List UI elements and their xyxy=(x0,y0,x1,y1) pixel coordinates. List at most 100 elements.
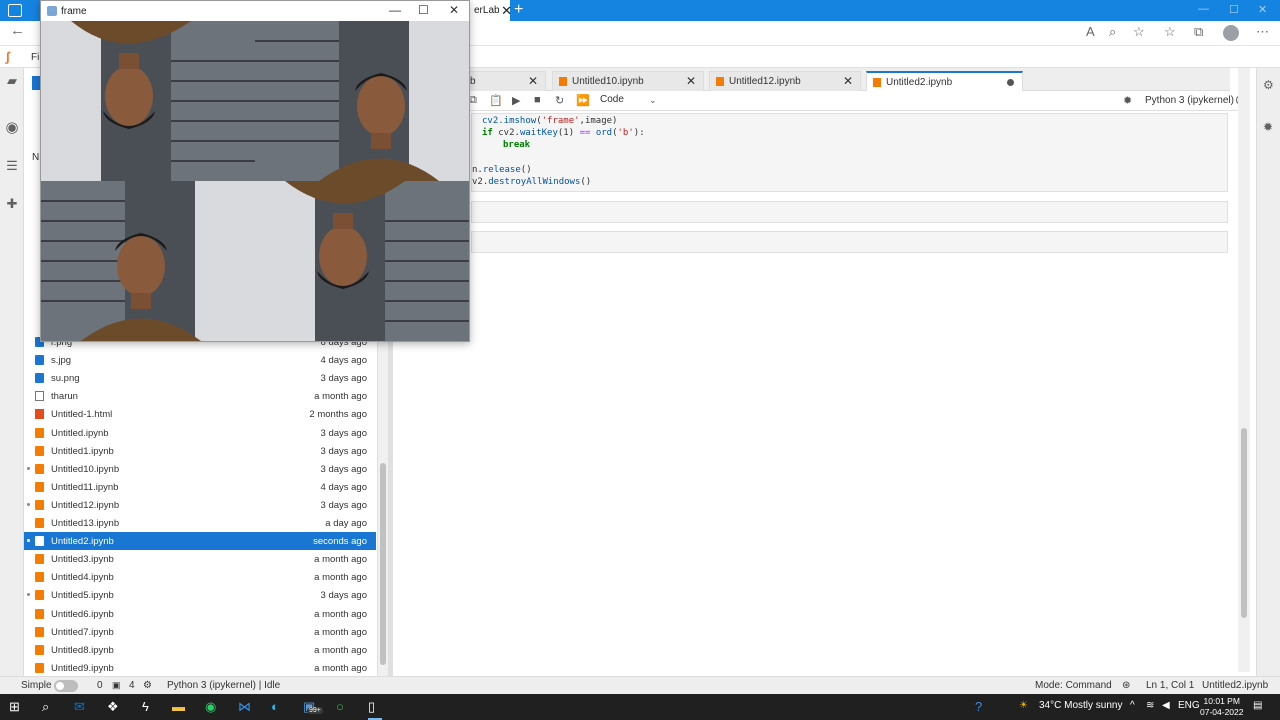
empty-code-cell[interactable] xyxy=(471,231,1228,253)
kernel-name[interactable]: Python 3 (ipykernel) xyxy=(1145,95,1234,106)
terminal-count[interactable]: 0 xyxy=(97,680,103,691)
file-row[interactable]: Untitled7.ipynb a month ago xyxy=(24,623,376,641)
read-aloud-icon[interactable]: A xyxy=(1086,24,1095,39)
vscode-icon[interactable]: ⋈ xyxy=(238,699,251,715)
circle-app-icon[interactable]: ○ xyxy=(336,699,344,714)
profile-avatar[interactable] xyxy=(1223,25,1239,41)
browser-tab-jupyterlab[interactable]: erLab ✕ xyxy=(470,0,512,21)
edge-icon[interactable]: ◐ xyxy=(271,699,279,714)
browser-tab-close-icon[interactable]: ✕ xyxy=(501,0,512,21)
code-cell[interactable]: cv2.imshow('frame',image) if cv2.waitKey… xyxy=(471,113,1228,192)
network-icon[interactable]: ≋ xyxy=(1146,700,1154,711)
debugger-icon[interactable]: ✹ xyxy=(1123,94,1132,107)
file-row[interactable]: Untitled1.ipynb 3 days ago xyxy=(24,442,376,460)
file-explorer-icon[interactable]: ▬ xyxy=(172,699,185,714)
browser-maximize-icon[interactable]: ☐ xyxy=(1229,3,1239,16)
start-icon[interactable]: ⊞ xyxy=(9,699,20,715)
run-icon[interactable]: ▶ xyxy=(512,94,520,107)
notebook-mode[interactable]: Mode: Command xyxy=(1035,680,1112,691)
fast-forward-icon[interactable]: ⏩ xyxy=(576,94,590,107)
collections-icon[interactable]: ⧉ xyxy=(1194,24,1203,40)
jupyter-logo-icon: ∫ xyxy=(6,49,10,64)
browser-close-icon[interactable]: ✕ xyxy=(1258,3,1267,16)
column-header-name[interactable]: N xyxy=(32,152,39,163)
file-browser-icon[interactable]: ▰ xyxy=(4,73,20,89)
extensions-icon[interactable]: ✚ xyxy=(4,196,20,212)
file-row[interactable]: Untitled2.ipynb seconds ago xyxy=(24,532,376,551)
power-automate-icon[interactable]: ϟ xyxy=(142,699,149,714)
kernel-status[interactable]: Python 3 (ipykernel) | Idle xyxy=(167,680,280,691)
debugger-icon[interactable]: ✹ xyxy=(1263,120,1273,134)
file-row[interactable]: Untitled12.ipynb 3 days ago xyxy=(24,496,376,514)
empty-code-cell[interactable] xyxy=(471,201,1228,223)
stop-icon[interactable]: ■ xyxy=(534,94,541,106)
file-name: Untitled2.ipynb xyxy=(51,536,114,548)
mail-icon[interactable]: ✉ xyxy=(74,699,85,715)
add-favorite-icon[interactable]: ☆ xyxy=(1133,24,1145,40)
trust-icon[interactable]: ⊛ xyxy=(1122,680,1130,691)
restart-icon[interactable]: ↻ xyxy=(555,94,564,107)
notebook-tab[interactable]: Untitled12.ipynb ✕ xyxy=(709,71,861,91)
file-row[interactable]: Untitled.ipynb 3 days ago xyxy=(24,424,376,442)
tab-actions-icon[interactable] xyxy=(8,4,22,17)
file-row[interactable]: Untitled10.ipynb 3 days ago xyxy=(24,460,376,478)
tab-close-icon[interactable]: ✕ xyxy=(528,72,538,91)
notebook-tab-active[interactable]: Untitled2.ipynb xyxy=(866,71,1023,91)
chevron-up-icon[interactable]: ^ xyxy=(1130,700,1135,711)
table-of-contents-icon[interactable]: ☰ xyxy=(4,158,20,174)
notebook-scrollbar[interactable] xyxy=(1238,68,1250,672)
unsaved-dot-icon[interactable] xyxy=(1007,79,1014,86)
more-menu-icon[interactable]: ⋯ xyxy=(1256,24,1269,40)
file-row[interactable]: Untitled-1.html 2 months ago xyxy=(24,405,376,423)
code-line: break xyxy=(503,140,531,150)
volume-icon[interactable]: ◀ xyxy=(1162,700,1170,711)
property-inspector-icon[interactable]: ⚙ xyxy=(1263,78,1274,92)
browser-minimize-icon[interactable]: — xyxy=(1198,3,1209,15)
dropbox-icon[interactable]: ❖ xyxy=(107,699,119,715)
running-kernels-icon[interactable]: ◉ xyxy=(4,118,20,136)
file-row[interactable]: Untitled8.ipynb a month ago xyxy=(24,641,376,659)
kernel-count[interactable]: 4 xyxy=(129,680,135,691)
frame-minimize-button[interactable]: — xyxy=(389,3,401,17)
chevron-down-icon[interactable]: ⌄ xyxy=(649,95,657,106)
file-row[interactable]: Untitled5.ipynb 3 days ago xyxy=(24,586,376,604)
file-row[interactable]: tharun a month ago xyxy=(24,387,376,405)
weather-text[interactable]: 34°C Mostly sunny xyxy=(1039,700,1122,711)
file-row[interactable]: su.png 3 days ago xyxy=(24,369,376,387)
file-row[interactable]: s.jpg 4 days ago xyxy=(24,351,376,369)
file-row[interactable]: Untitled3.ipynb a month ago xyxy=(24,550,376,568)
frame-close-button[interactable]: ✕ xyxy=(449,3,459,17)
simple-mode-toggle[interactable] xyxy=(54,680,78,692)
file-modified: a month ago xyxy=(314,608,367,620)
tab-close-icon[interactable]: ✕ xyxy=(686,72,696,91)
file-modified: 4 days ago xyxy=(320,355,367,367)
favorites-icon[interactable]: ☆ xyxy=(1164,24,1176,40)
clock[interactable]: 10:01 PM 07-04-2022 xyxy=(1200,696,1243,718)
notifications-icon[interactable]: ▤ xyxy=(1253,700,1262,711)
search-icon[interactable]: ⌕ xyxy=(42,699,49,715)
new-tab-button[interactable]: + xyxy=(514,0,523,20)
notepad-icon[interactable]: ▯ xyxy=(368,699,375,715)
scrollbar-thumb[interactable] xyxy=(380,463,386,665)
paste-icon[interactable]: 📋 xyxy=(489,94,503,107)
file-row[interactable]: Untitled13.ipynb a day ago xyxy=(24,514,376,532)
frame-window-titlebar[interactable]: frame — ☐ ✕ xyxy=(41,1,469,21)
file-row[interactable]: Untitled11.ipynb 4 days ago xyxy=(24,478,376,496)
help-icon[interactable]: ? xyxy=(975,699,982,714)
whatsapp-icon[interactable]: ◉ xyxy=(205,699,216,715)
copy-icon[interactable]: ⧉ xyxy=(469,94,477,107)
file-row[interactable]: Untitled9.ipynb a month ago xyxy=(24,659,376,677)
notebook-tab[interactable]: Untitled10.ipynb ✕ xyxy=(552,71,704,91)
cell-type-select[interactable]: Code xyxy=(600,94,624,105)
tab-close-icon[interactable]: ✕ xyxy=(843,72,853,91)
back-arrow-icon[interactable]: ← xyxy=(10,22,25,39)
language-indicator[interactable]: ENG xyxy=(1178,700,1200,711)
notebook-tab[interactable]: b ✕ xyxy=(465,71,546,91)
opencv-frame-window[interactable]: frame — ☐ ✕ xyxy=(40,0,470,342)
zoom-icon[interactable]: ⌕ xyxy=(1109,24,1116,40)
file-row[interactable]: Untitled6.ipynb a month ago xyxy=(24,605,376,623)
cursor-position[interactable]: Ln 1, Col 1 xyxy=(1146,680,1194,691)
frame-maximize-button[interactable]: ☐ xyxy=(418,3,429,17)
scrollbar-thumb[interactable] xyxy=(1241,428,1247,618)
file-row[interactable]: Untitled4.ipynb a month ago xyxy=(24,568,376,586)
